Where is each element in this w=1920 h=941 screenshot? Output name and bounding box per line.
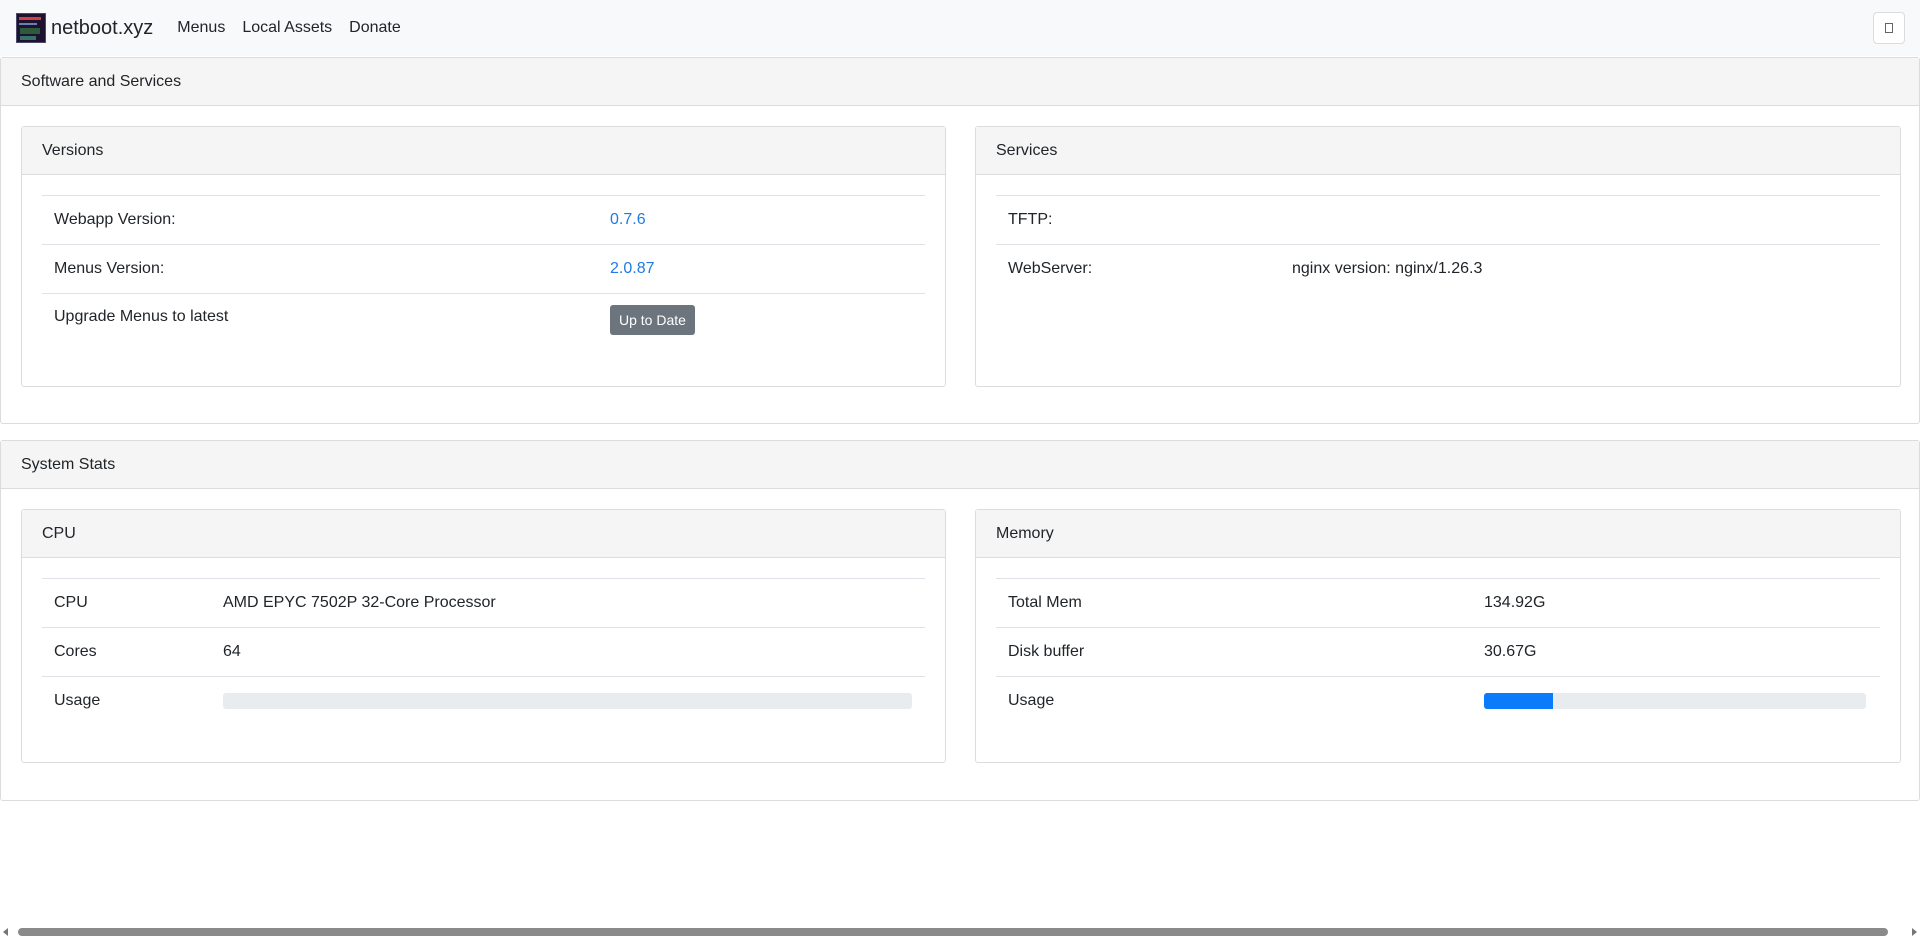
cpu-header: CPU (22, 510, 945, 558)
nav-menus[interactable]: Menus (177, 19, 225, 37)
memory-card: Memory Total Mem 134.92G Disk buffer 30.… (975, 509, 1901, 763)
nav-donate[interactable]: Donate (349, 19, 401, 37)
webapp-version-link[interactable]: 0.7.6 (610, 211, 646, 229)
navbar-toggle-button[interactable] (1873, 12, 1905, 44)
navbar: netboot.xyz Menus Local Assets Donate (0, 0, 1920, 56)
services-table: TFTP: WebServer: nginx version: nginx/1.… (996, 195, 1880, 293)
table-row: Webapp Version: 0.7.6 (42, 195, 925, 244)
menus-version-link[interactable]: 2.0.87 (610, 260, 654, 278)
tftp-label: TFTP: (1008, 211, 1053, 228)
memory-usage-progress (1484, 693, 1866, 709)
table-row: WebServer: nginx version: nginx/1.26.3 (996, 244, 1880, 293)
total-mem-value: 134.92G (1484, 594, 1546, 611)
menus-version-label: Menus Version: (54, 260, 165, 277)
cpu-table: CPU AMD EPYC 7502P 32-Core Processor Cor… (42, 578, 925, 725)
total-mem-label: Total Mem (1008, 594, 1082, 611)
table-row: Menus Version: 2.0.87 (42, 244, 925, 293)
software-services-card: Software and Services Versions Webapp Ve… (0, 57, 1920, 424)
scroll-left-icon[interactable] (3, 928, 8, 936)
table-row: Cores 64 (42, 627, 925, 676)
brand-link[interactable]: netboot.xyz (16, 13, 153, 43)
versions-card: Versions Webapp Version: 0.7.6 Menus Ver… (21, 126, 946, 387)
memory-header: Memory (976, 510, 1900, 558)
table-row: CPU AMD EPYC 7502P 32-Core Processor (42, 578, 925, 627)
table-row: Usage (996, 676, 1880, 725)
webserver-label: WebServer: (1008, 260, 1093, 277)
cpu-card: CPU CPU AMD EPYC 7502P 32-Core Processor… (21, 509, 946, 763)
table-row: TFTP: (996, 195, 1880, 244)
table-row: Total Mem 134.92G (996, 578, 1880, 627)
netboot-logo-icon (16, 13, 46, 43)
cpu-label: CPU (54, 594, 88, 611)
cores-value: 64 (223, 643, 241, 660)
upgrade-menus-label: Upgrade Menus to latest (54, 308, 229, 325)
toggle-icon (1885, 23, 1893, 33)
system-stats-header: System Stats (1, 441, 1919, 489)
cpu-value: AMD EPYC 7502P 32-Core Processor (223, 594, 496, 611)
versions-header: Versions (22, 127, 945, 175)
services-header: Services (976, 127, 1900, 175)
services-card: Services TFTP: WebServer: nginx version:… (975, 126, 1901, 387)
cpu-usage-progress (223, 693, 912, 709)
scroll-right-icon[interactable] (1912, 928, 1917, 936)
brand-name: netboot.xyz (51, 16, 154, 39)
system-stats-card: System Stats CPU CPU AMD EPYC 7502P 32-C… (0, 440, 1920, 801)
memory-usage-label: Usage (1008, 692, 1055, 709)
cores-label: Cores (54, 643, 97, 660)
memory-table: Total Mem 134.92G Disk buffer 30.67G Usa… (996, 578, 1880, 725)
scrollbar-thumb[interactable] (18, 928, 1888, 936)
memory-usage-fill (1484, 693, 1553, 709)
up-to-date-button[interactable]: Up to Date (610, 305, 695, 335)
software-services-header: Software and Services (1, 58, 1919, 106)
webapp-version-label: Webapp Version: (54, 211, 176, 228)
nav-local-assets[interactable]: Local Assets (242, 19, 332, 37)
table-row: Disk buffer 30.67G (996, 627, 1880, 676)
versions-table: Webapp Version: 0.7.6 Menus Version: 2.0… (42, 195, 925, 349)
table-row: Upgrade Menus to latest Up to Date (42, 293, 925, 349)
disk-buffer-value: 30.67G (1484, 643, 1537, 660)
webserver-value: nginx version: nginx/1.26.3 (1292, 260, 1483, 277)
table-row: Usage (42, 676, 925, 725)
cpu-usage-label: Usage (54, 692, 101, 709)
horizontal-scrollbar[interactable] (0, 924, 1920, 941)
disk-buffer-label: Disk buffer (1008, 643, 1085, 660)
